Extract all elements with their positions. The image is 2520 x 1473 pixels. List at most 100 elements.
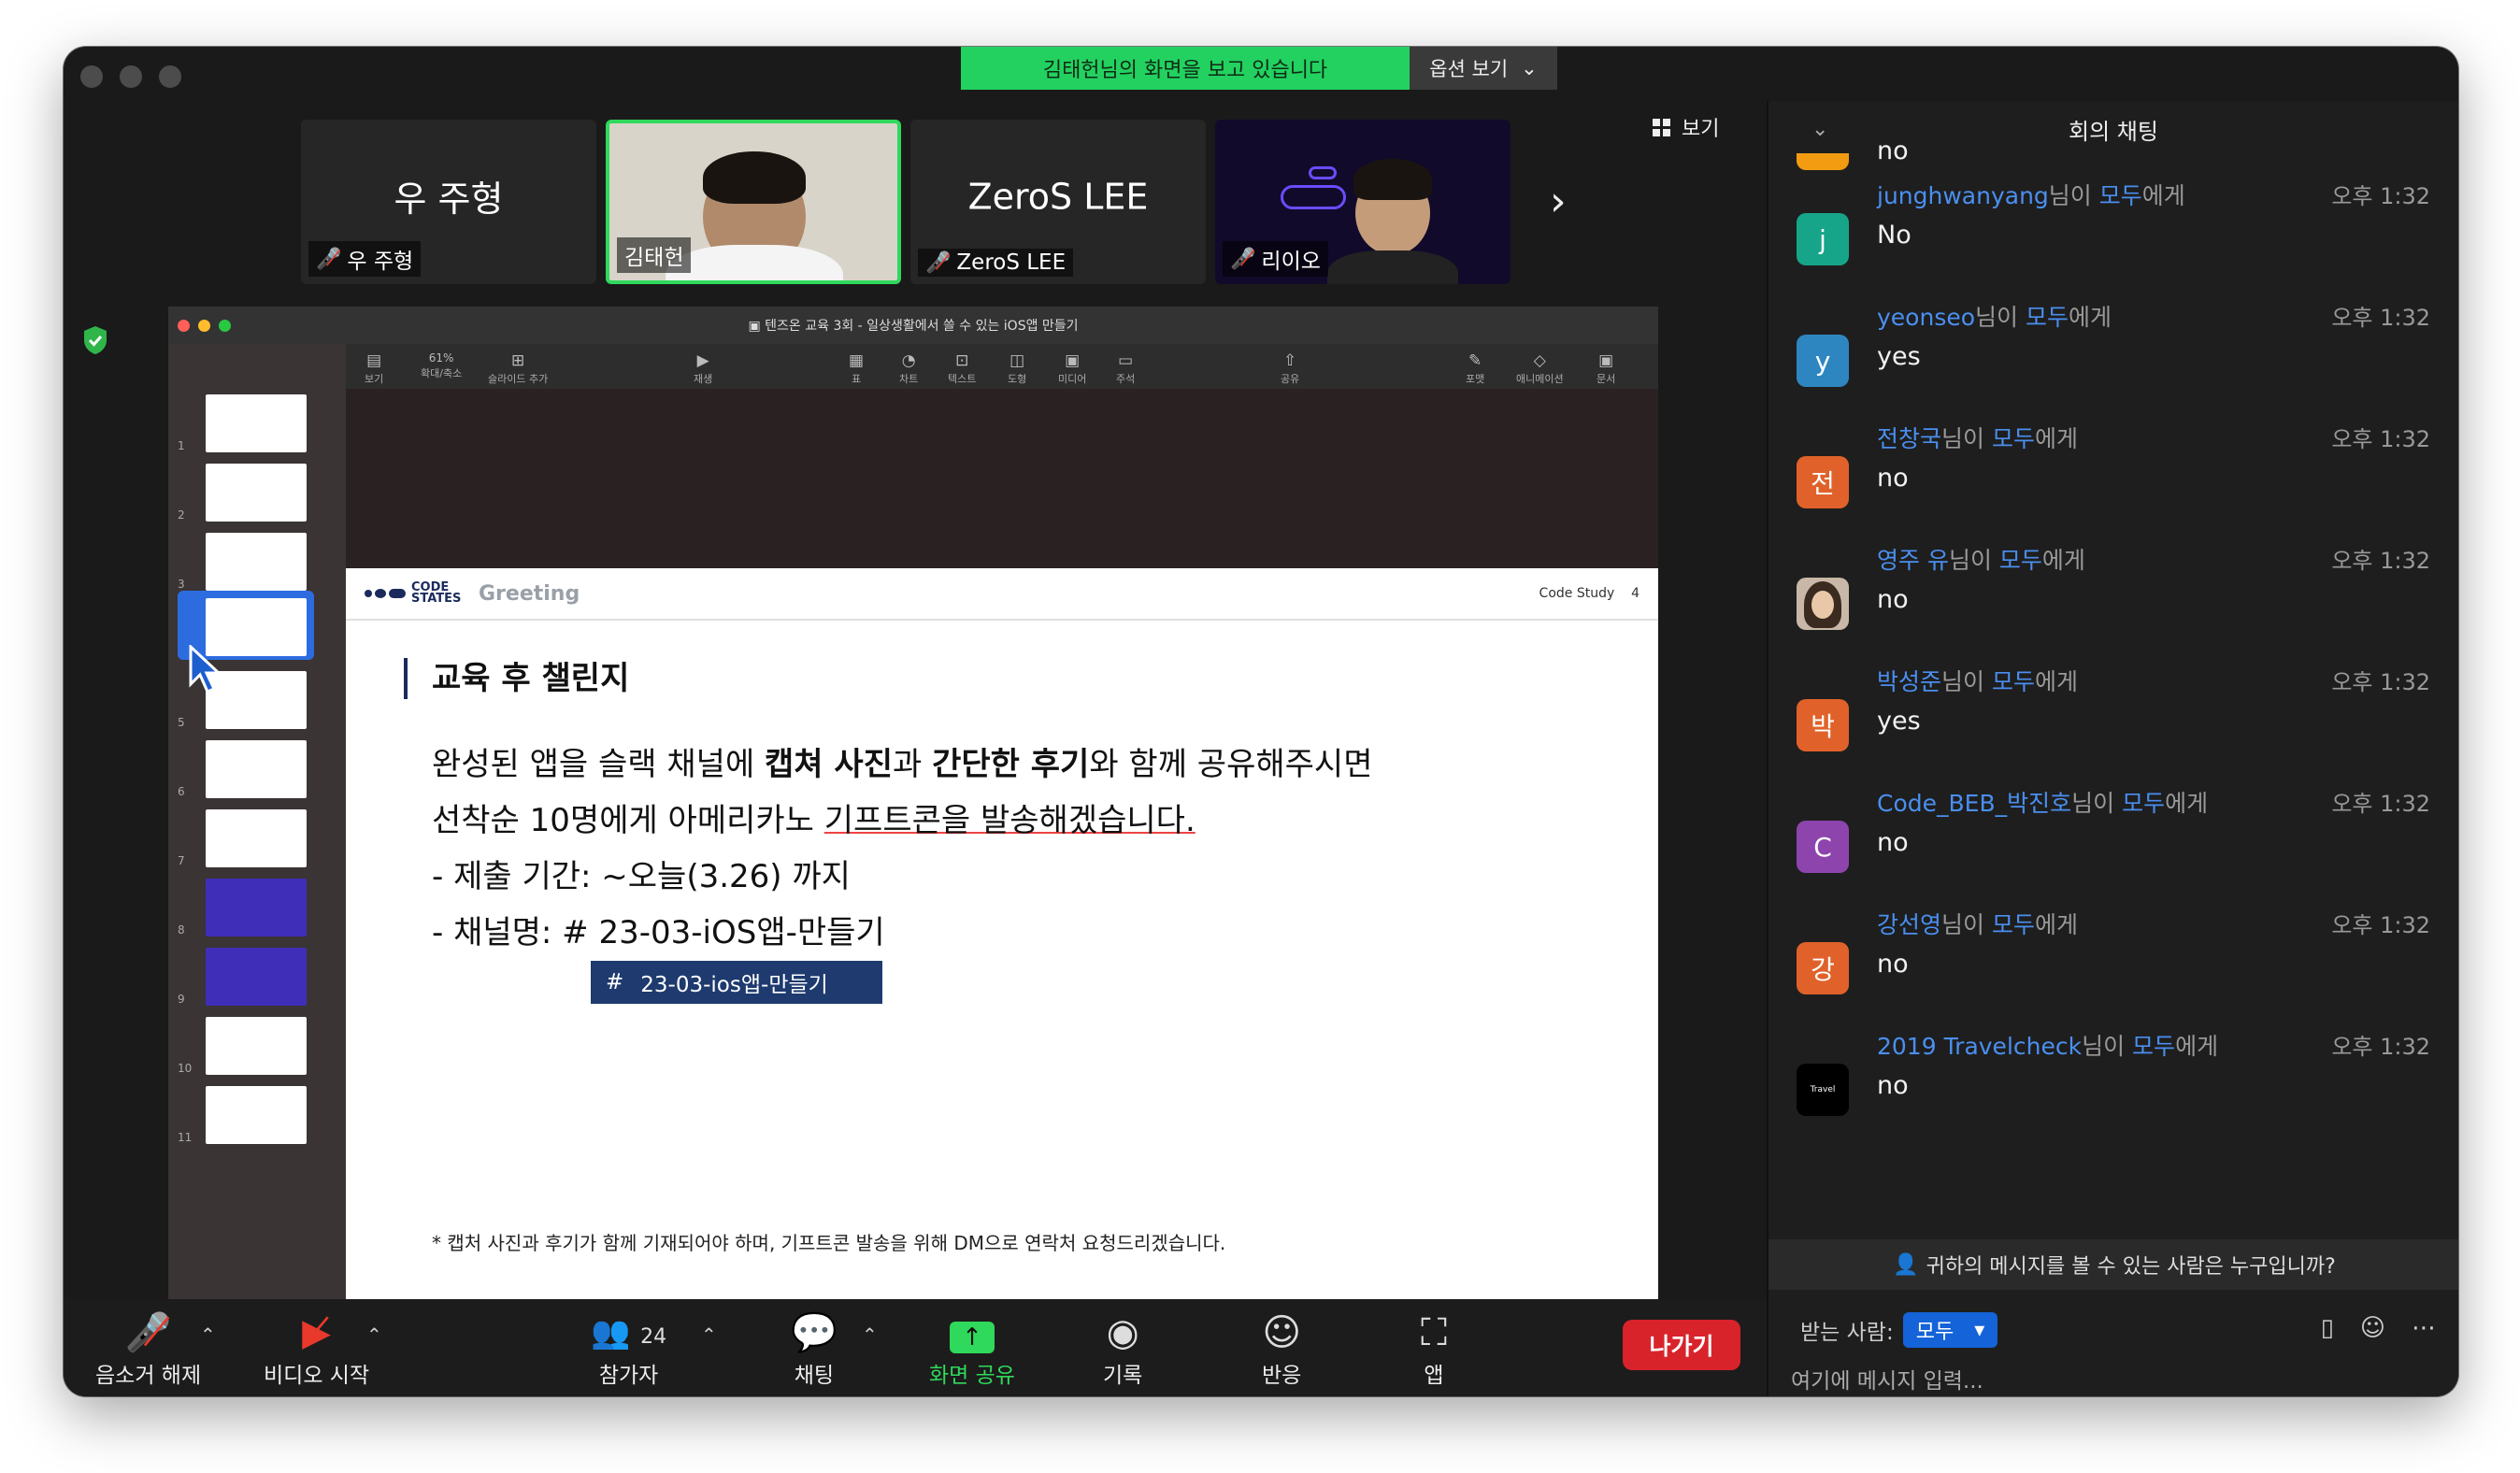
share-screen-button[interactable]: ↑ 화면 공유 [929,1309,1015,1389]
sender-name[interactable]: junghwanyang [1877,182,2049,209]
tool-media: ▣ 미디어 [1058,351,1086,386]
slide-number: 11 [178,1131,193,1144]
tool-text: ⊡ 텍스트 [948,351,976,386]
chevron-down-icon[interactable]: ⌄ [1811,118,1828,141]
recipient-name[interactable]: 모두 [2099,182,2142,209]
sender-name[interactable]: 전창국 [1877,425,1941,452]
slide-thumbnail [206,464,307,522]
participant-tile-active-speaker[interactable]: 김태헌 [606,120,901,284]
reactions-button[interactable]: ☺ 반응 [1262,1309,1301,1389]
record-button[interactable]: ◉ 기록 [1103,1309,1142,1389]
mic-muted-icon: 🎤̸ [124,1311,172,1354]
minimize-window-icon[interactable] [120,65,142,88]
text-run: 완성된 앱을 슬랙 채널에 [432,746,766,783]
apps-button[interactable]: ⛶ 앱 [1421,1309,1447,1389]
participant-name: 김태헌 [624,246,684,270]
mic-muted-icon: 🎤̸ [316,247,342,271]
hash-icon: # [606,970,624,994]
text-run-bold: 간단한 후기 [932,746,1090,783]
more-icon[interactable]: ⋯ [2412,1314,2436,1342]
emoji-icon[interactable]: ☺ [2360,1314,2385,1342]
sender-name[interactable]: yeonseo [1877,304,1975,331]
sender-name[interactable]: 2019 Travelcheck [1877,1033,2082,1060]
window-controls [80,65,181,88]
chevron-right-icon[interactable]: › [1550,178,1567,225]
tool-share: ⇧ 공유 [1281,351,1299,386]
security-shield-icon[interactable] [82,325,108,355]
logo-text: CODE STATES [411,580,462,606]
gallery-view-button[interactable]: 보기 [1653,112,1719,142]
recipient-name[interactable]: 모두 [1992,668,2035,695]
tool-label: 차트 [899,373,919,385]
recipient-suffix: 에게 [2034,425,2078,452]
sender-name[interactable]: 강선영 [1877,911,1941,938]
avatar: 전 [1797,456,1849,508]
message-sender: 전창국님이 모두에게 [1877,421,2078,454]
recipient-name[interactable]: 모두 [1999,547,2042,574]
sender-name[interactable]: 박성준 [1877,668,1941,695]
chat-button[interactable]: 💬 채팅 [791,1309,838,1389]
tool-shape: ◫ 도형 [1008,351,1026,386]
caret-down-icon: ▾ [1974,1318,1985,1342]
chat-panel: ⌄ 회의 채팅 no junghwanyang님이 모두에게 오후 1:32 j… [1767,101,2458,1396]
chat-actions: ▯ ☺ ⋯ [2321,1314,2436,1342]
slide-thumbnail [206,740,307,798]
message-sender: 박성준님이 모두에게 [1877,664,2078,697]
recipient-name[interactable]: 모두 [2122,790,2165,817]
recipient-name[interactable]: 모두 [2026,304,2069,331]
recipient-suffix: 에게 [2165,790,2209,817]
grid-view-icon [1653,118,1670,136]
sender-name[interactable]: Code_BEB_박진호 [1877,790,2071,817]
participant-name-tag: 🎤̸ 우 주형 [308,241,422,277]
tool-label: 표 [851,373,862,385]
file-icon[interactable]: ▯ [2321,1314,2334,1342]
chat-message: 2019 Travelcheck님이 모두에게 오후 1:32 Travel n… [1768,1028,2458,1150]
text-run-underlined: 기프트콘 [823,802,941,839]
sender-suffix: 님이 [1941,668,1992,695]
start-video-button[interactable]: ▶̸ 비디오 시작 [264,1309,369,1389]
recipient-label: 받는 사람: [1800,1321,1894,1345]
slide-thumbnail [206,671,307,729]
view-options-button[interactable]: 옵션 보기 ⌄ [1410,47,1557,90]
chevron-up-icon[interactable]: ⌃ [701,1323,717,1346]
leave-button[interactable]: 나가기 [1623,1320,1740,1370]
recipient-name[interactable]: 모두 [2132,1033,2175,1060]
participant-tile[interactable]: 🎤̸ 리이오 [1215,120,1511,284]
message-time: 오후 1:32 [2331,912,2430,938]
chat-message-input[interactable]: 여기에 메시지 입력... [1791,1363,1983,1394]
minimize-dot-icon [198,319,210,332]
who-can-see-link[interactable]: 👤 귀하의 메시지를 볼 수 있는 사람은 누구입니까? [1768,1239,2458,1290]
chevron-up-icon[interactable]: ⌃ [366,1323,382,1346]
tool-label: 공유 [1281,373,1300,385]
participant-big-name: 우 주형 [394,178,504,220]
sender-name[interactable]: 영주 유 [1877,547,1949,574]
participant-video-body [1327,250,1458,284]
neon-logo [1281,185,1346,209]
message-time: 오후 1:32 [2331,1034,2430,1060]
participant-tile[interactable]: ZeroS LEE 🎤̸ ZeroS LEE [910,120,1206,284]
person-icon: 👤 [1893,1252,1919,1277]
participant-name: ZeroS LEE [956,250,1067,275]
chat-title: 회의 채팅 [2069,118,2158,145]
slide-thumbnail [206,394,307,452]
recipient-name[interactable]: 모두 [1992,425,2035,452]
tool-chart: ◔ 차트 [899,351,918,386]
recipient-name[interactable]: 모두 [1992,911,2035,938]
tool-label: 애니메이션 [1516,373,1564,385]
recipient-dropdown[interactable]: 모두 ▾ [1902,1312,1998,1348]
close-window-icon[interactable] [80,65,103,88]
participant-tile[interactable]: 우 주형 🎤̸ 우 주형 [301,120,596,284]
text-run-bold: 캡쳐 사진 [765,746,893,783]
chevron-up-icon[interactable]: ⌃ [200,1323,216,1346]
zoom-value: 61% [428,351,454,365]
unmute-button[interactable]: 🎤̸ 음소거 해제 [95,1309,201,1389]
message-sender: 영주 유님이 모두에게 [1877,542,2085,576]
tool-document: ▣ 문서 [1596,351,1615,386]
maximize-window-icon[interactable] [159,65,181,88]
slide-page-number: 4 [1631,586,1639,601]
participants-button[interactable]: 👥 24 참가자 [591,1309,666,1389]
slide-number: 9 [178,993,185,1006]
slide-thumbnail [206,598,307,656]
chevron-up-icon[interactable]: ⌃ [862,1323,878,1346]
sidebar-icon: ▤ [366,351,382,370]
